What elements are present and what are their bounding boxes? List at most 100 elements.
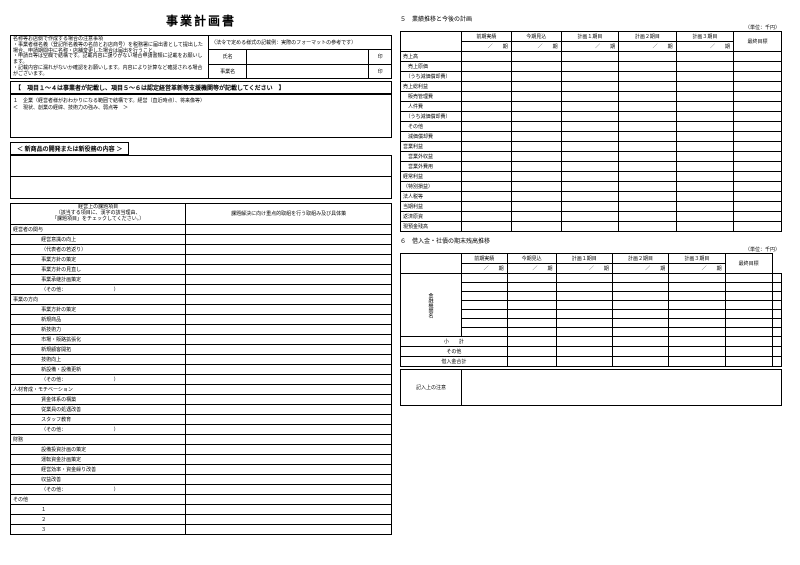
debt-cell[interactable] xyxy=(669,319,725,328)
debt-cell[interactable] xyxy=(612,310,668,319)
debt-cell[interactable] xyxy=(556,292,612,301)
debt-cell[interactable] xyxy=(507,292,556,301)
fin-cell[interactable] xyxy=(619,122,676,132)
debt-cell[interactable] xyxy=(507,337,556,347)
debt-cell[interactable] xyxy=(507,347,556,357)
lender-name[interactable] xyxy=(461,283,507,292)
fin-cell[interactable] xyxy=(676,52,733,62)
fin-cell[interactable] xyxy=(561,122,618,132)
checkbox-cell[interactable] xyxy=(11,334,32,344)
issue-action[interactable] xyxy=(186,314,392,324)
fin-cell[interactable] xyxy=(734,162,782,172)
lender-name[interactable] xyxy=(461,319,507,328)
issue-action[interactable] xyxy=(186,264,392,274)
fin-cell[interactable] xyxy=(461,222,511,232)
debt-cell[interactable] xyxy=(669,328,725,337)
debt-cell[interactable] xyxy=(669,292,725,301)
debt-cell[interactable] xyxy=(612,301,668,310)
debt-cell[interactable] xyxy=(669,301,725,310)
fin-cell[interactable] xyxy=(676,142,733,152)
period-cell[interactable]: ／ 期 xyxy=(669,264,725,274)
debt-cell[interactable] xyxy=(772,337,781,347)
period-cell[interactable]: ／ 期 xyxy=(507,264,556,274)
checkbox-cell[interactable] xyxy=(11,524,32,534)
fin-cell[interactable] xyxy=(511,72,561,82)
issue-action[interactable] xyxy=(186,244,392,254)
fin-cell[interactable] xyxy=(619,72,676,82)
checkbox-cell[interactable] xyxy=(11,364,32,374)
debt-cell[interactable] xyxy=(725,292,772,301)
checkbox-cell[interactable] xyxy=(11,304,32,314)
fin-cell[interactable] xyxy=(511,192,561,202)
issue-action[interactable] xyxy=(186,454,392,464)
issue-action[interactable] xyxy=(186,344,392,354)
debt-cell[interactable] xyxy=(556,328,612,337)
fin-cell[interactable] xyxy=(511,212,561,222)
fin-cell[interactable] xyxy=(461,192,511,202)
debt-cell[interactable] xyxy=(772,283,781,292)
fin-cell[interactable] xyxy=(511,162,561,172)
lender-name[interactable] xyxy=(461,301,507,310)
checkbox-cell[interactable] xyxy=(11,404,32,414)
fin-cell[interactable] xyxy=(461,82,511,92)
fin-cell[interactable] xyxy=(734,132,782,142)
fin-cell[interactable] xyxy=(734,172,782,182)
section-1-box[interactable]: １ 企業（経営者様がおわかりになる範囲で結構です。経営（直近時点）、将来像等） … xyxy=(10,94,392,138)
fin-cell[interactable] xyxy=(511,222,561,232)
debt-cell[interactable] xyxy=(772,347,781,357)
fin-cell[interactable] xyxy=(561,192,618,202)
debt-cell[interactable] xyxy=(612,274,668,283)
fin-cell[interactable] xyxy=(511,92,561,102)
fin-cell[interactable] xyxy=(619,172,676,182)
checkbox-cell[interactable] xyxy=(11,374,32,384)
fin-cell[interactable] xyxy=(676,172,733,182)
issue-action[interactable] xyxy=(186,234,392,244)
fin-cell[interactable] xyxy=(676,162,733,172)
debt-cell[interactable] xyxy=(725,328,772,337)
fin-cell[interactable] xyxy=(561,152,618,162)
fin-cell[interactable] xyxy=(511,152,561,162)
fin-cell[interactable] xyxy=(561,82,618,92)
issue-action[interactable] xyxy=(186,254,392,264)
sec2-box[interactable] xyxy=(10,155,392,177)
debt-cell[interactable] xyxy=(507,283,556,292)
category-action[interactable] xyxy=(186,384,392,394)
fin-cell[interactable] xyxy=(734,92,782,102)
fin-cell[interactable] xyxy=(461,62,511,72)
issue-action[interactable] xyxy=(186,304,392,314)
fin-cell[interactable] xyxy=(511,82,561,92)
fin-cell[interactable] xyxy=(461,182,511,192)
lender-name[interactable] xyxy=(461,292,507,301)
fin-cell[interactable] xyxy=(734,102,782,112)
checkbox-cell[interactable] xyxy=(11,484,32,494)
issue-action[interactable] xyxy=(186,504,392,514)
fin-cell[interactable] xyxy=(619,202,676,212)
fin-cell[interactable] xyxy=(561,92,618,102)
fin-cell[interactable] xyxy=(511,102,561,112)
period-cell[interactable]: ／ 期 xyxy=(461,42,511,52)
fin-cell[interactable] xyxy=(511,122,561,132)
fin-cell[interactable] xyxy=(619,162,676,172)
fin-cell[interactable] xyxy=(619,52,676,62)
fin-cell[interactable] xyxy=(676,212,733,222)
issue-action[interactable] xyxy=(186,394,392,404)
debt-cell[interactable] xyxy=(725,357,772,367)
fin-cell[interactable] xyxy=(676,72,733,82)
debt-cell[interactable] xyxy=(612,292,668,301)
checkbox-cell[interactable] xyxy=(11,424,32,434)
fin-cell[interactable] xyxy=(734,72,782,82)
fin-cell[interactable] xyxy=(676,62,733,72)
debt-cell[interactable] xyxy=(669,337,725,347)
fin-cell[interactable] xyxy=(461,212,511,222)
checkbox-cell[interactable] xyxy=(11,244,32,254)
checkbox-cell[interactable] xyxy=(11,504,32,514)
debt-cell[interactable] xyxy=(772,357,781,367)
checkbox-cell[interactable] xyxy=(11,514,32,524)
fin-cell[interactable] xyxy=(561,62,618,72)
checkbox-cell[interactable] xyxy=(11,254,32,264)
debt-cell[interactable] xyxy=(507,328,556,337)
debt-cell[interactable] xyxy=(556,310,612,319)
fin-cell[interactable] xyxy=(734,202,782,212)
category-action[interactable] xyxy=(186,224,392,234)
debt-cell[interactable] xyxy=(669,283,725,292)
